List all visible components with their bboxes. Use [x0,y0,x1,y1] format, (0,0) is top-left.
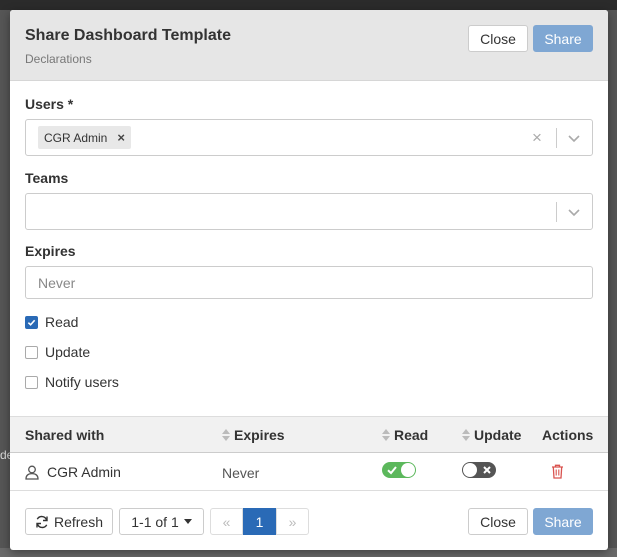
expires-input[interactable]: Never [25,266,593,299]
caret-down-icon [183,519,192,524]
clear-icon[interactable]: × [530,129,544,147]
read-toggle[interactable] [382,462,416,478]
dialog-subtitle: Declarations [25,52,92,66]
tag-remove-icon[interactable]: × [117,131,125,144]
update-toggle-cell [462,462,496,478]
sort-icon [382,429,390,441]
trash-icon[interactable] [551,464,564,479]
actions-cell [551,464,564,479]
expires-label: Expires [25,243,76,259]
shared-with-name: CGR Admin [47,464,121,480]
teams-label: Teams [25,170,69,186]
shared-with-cell: CGR Admin [25,463,121,481]
user-tag-label: CGR Admin [44,130,108,145]
x-icon [483,466,491,474]
user-tag: CGR Admin × [38,126,131,149]
pagination: « 1 » [210,508,309,535]
toggle-knob [401,463,415,477]
read-checkbox[interactable] [25,315,38,329]
footer-close-button[interactable]: Close [468,508,528,535]
page-1-button[interactable]: 1 [243,508,276,535]
check-icon [27,319,36,326]
check-icon [387,466,397,475]
share-dialog: Share Dashboard Template Declarations Cl… [10,10,608,550]
backdrop-top [0,0,617,10]
col-expires[interactable]: Expires [222,427,285,443]
col-read-label: Read [394,427,429,443]
notify-users-checkbox[interactable] [25,375,38,389]
page-size-dropdown[interactable]: 1-1 of 1 [119,508,204,535]
chevron-down-icon[interactable] [566,204,582,220]
sort-icon [462,429,470,441]
notify-users-checkbox-row[interactable]: Notify users [25,372,593,392]
col-read[interactable]: Read [382,427,428,443]
update-checkbox-row[interactable]: Update [25,342,593,362]
last-page-button[interactable]: » [276,508,309,535]
col-expires-label: Expires [234,427,285,443]
page-size-label: 1-1 of 1 [131,513,179,530]
header-close-button[interactable]: Close [468,25,528,52]
refresh-button[interactable]: Refresh [25,508,113,535]
update-toggle[interactable] [462,462,496,478]
users-select[interactable]: CGR Admin × × [25,119,593,156]
select-separator [556,128,557,148]
background-partial-text: de [0,448,10,462]
read-checkbox-row[interactable]: Read [25,312,593,332]
sort-icon [222,429,230,441]
read-toggle-cell [382,462,416,478]
col-actions: Actions [542,427,594,443]
users-label: Users * [25,96,74,112]
chevron-down-icon[interactable] [566,130,582,146]
teams-select[interactable] [25,193,593,230]
refresh-icon [36,515,48,528]
expires-cell: Never [222,465,260,481]
dialog-header: Share Dashboard Template Declarations Cl… [10,10,608,81]
table-header: Shared with Expires Read Update Actions [10,416,608,453]
update-checkbox-label: Update [45,344,91,360]
col-update[interactable]: Update [462,427,521,443]
select-separator [556,202,557,222]
notify-users-checkbox-label: Notify users [45,374,119,390]
dialog-footer: Refresh 1-1 of 1 « 1 » Close Share [10,501,608,550]
refresh-label: Refresh [53,513,104,530]
update-checkbox[interactable] [25,345,38,359]
col-update-label: Update [474,427,522,443]
footer-share-button[interactable]: Share [533,508,593,535]
first-page-button[interactable]: « [210,508,243,535]
table-row: CGR Admin Never [10,453,608,491]
col-shared-with[interactable]: Shared with [25,427,104,443]
header-share-button[interactable]: Share [533,25,593,52]
user-icon [25,465,39,480]
toggle-knob [463,463,477,477]
shares-table: Shared with Expires Read Update Actions [10,416,608,491]
dialog-body: Users * CGR Admin × × Teams Expires Neve… [10,81,608,392]
read-checkbox-label: Read [45,314,79,330]
